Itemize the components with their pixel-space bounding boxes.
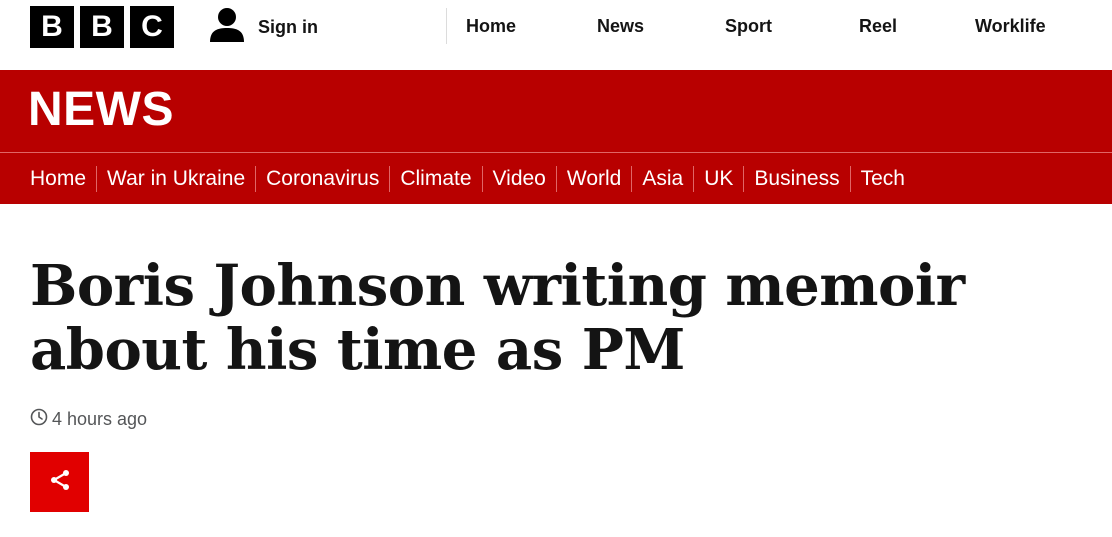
share-button[interactable] xyxy=(30,452,89,512)
section-nav-coronavirus[interactable]: Coronavirus xyxy=(255,165,389,192)
top-nav: Home News Sport Reel Worklife xyxy=(446,8,1046,44)
section-nav-video[interactable]: Video xyxy=(481,165,556,192)
news-banner: NEWS xyxy=(0,70,1112,152)
top-nav-home[interactable]: Home xyxy=(466,16,516,37)
section-nav-climate[interactable]: Climate xyxy=(389,165,481,192)
section-nav-war-in-ukraine[interactable]: War in Ukraine xyxy=(96,165,255,192)
article-headline: Boris Johnson writing memoir about his t… xyxy=(30,253,965,383)
top-bar: B B C Sign in Home News Sport Reel Workl… xyxy=(0,0,1112,70)
section-nav-tech[interactable]: Tech xyxy=(849,165,915,192)
section-nav-world[interactable]: World xyxy=(555,165,631,192)
logo-letter-c: C xyxy=(130,6,174,48)
news-section-title[interactable]: NEWS xyxy=(28,82,174,138)
top-nav-sport[interactable]: Sport xyxy=(725,16,772,37)
section-nav-uk[interactable]: UK xyxy=(693,165,744,208)
top-nav-reel[interactable]: Reel xyxy=(859,16,897,37)
sign-in-link[interactable]: Sign in xyxy=(208,6,318,49)
article-timestamp: 4 hours ago xyxy=(30,408,147,431)
logo-letter-b1: B xyxy=(30,6,74,48)
section-nav: Home War in Ukraine Coronavirus Climate … xyxy=(0,153,1112,208)
top-nav-worklife[interactable]: Worklife xyxy=(975,16,1046,37)
bbc-logo[interactable]: B B C xyxy=(30,6,174,48)
share-icon xyxy=(48,468,72,497)
logo-letter-b2: B xyxy=(80,6,124,48)
section-nav-business[interactable]: Business xyxy=(743,165,849,192)
section-nav-home[interactable]: Home xyxy=(20,166,96,192)
timestamp-text: 4 hours ago xyxy=(52,409,148,429)
section-nav-asia[interactable]: Asia xyxy=(631,165,693,192)
clock-icon xyxy=(30,408,48,431)
top-nav-news[interactable]: News xyxy=(597,16,644,37)
sign-in-label: Sign in xyxy=(258,16,318,37)
user-icon xyxy=(208,6,246,49)
